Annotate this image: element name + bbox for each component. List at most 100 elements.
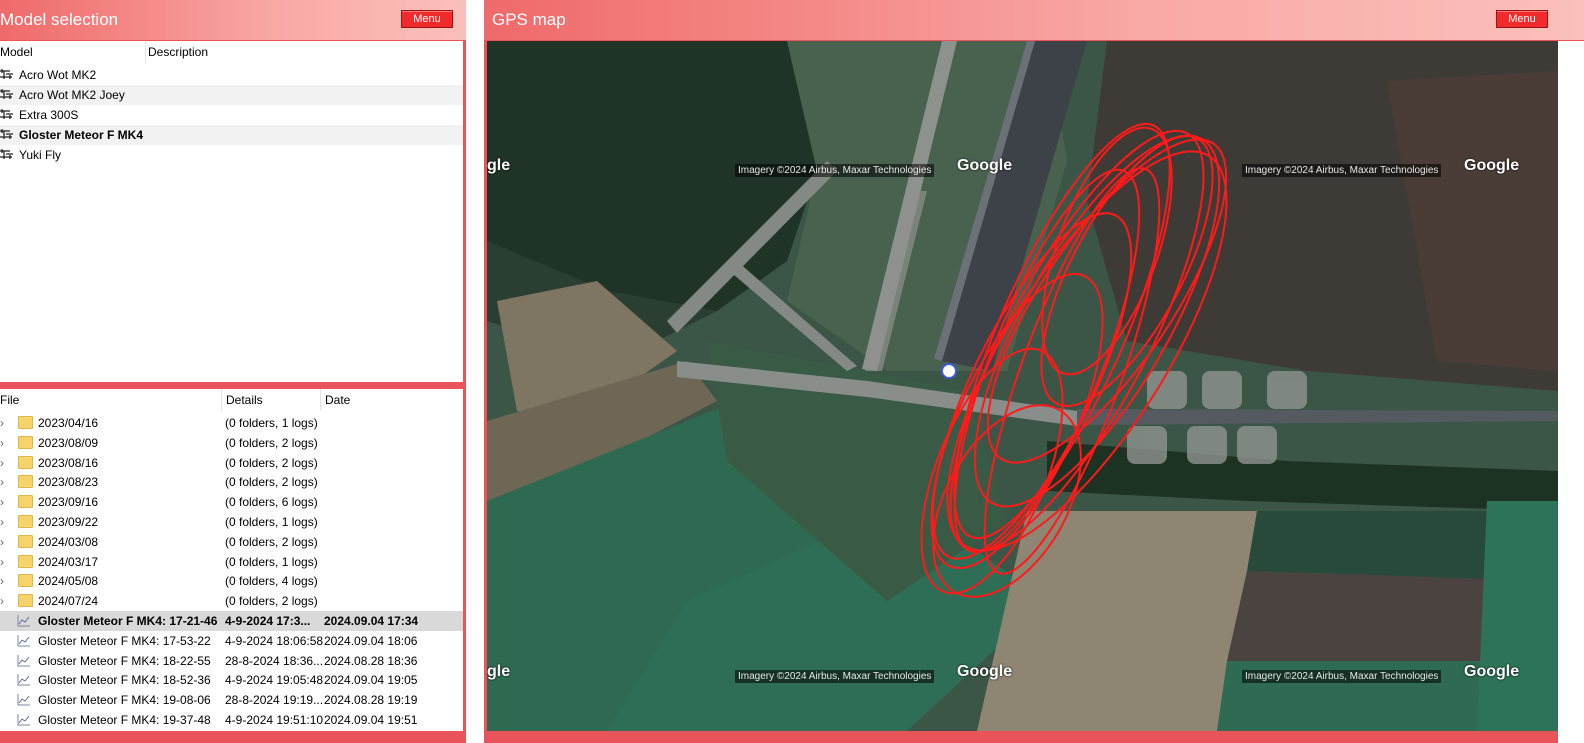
folder-name: 2024/03/08: [38, 534, 99, 549]
folder-row[interactable]: › 2023/08/16 (0 folders, 2 logs): [0, 453, 463, 473]
folder-row[interactable]: › 2024/05/08 (0 folders, 4 logs): [0, 571, 463, 591]
log-row[interactable]: Gloster Meteor F MK4: 17-53-22 4-9-2024 1…: [0, 631, 463, 651]
airplane-icon: [0, 69, 13, 79]
folder-row[interactable]: › 2023/04/16 (0 folders, 1 logs): [0, 413, 463, 433]
expand-chevron-icon[interactable]: ›: [0, 594, 10, 608]
column-separator[interactable]: [145, 41, 146, 63]
log-graph-icon: [17, 634, 30, 647]
folder-icon: [18, 495, 33, 509]
log-date: 2024.09.04 19:51: [324, 713, 418, 727]
map-attribution: Imagery ©2024 Airbus, Maxar Technologies: [1242, 670, 1442, 683]
expand-chevron-icon[interactable]: ›: [0, 475, 10, 489]
model-name: Acro Wot MK2: [19, 68, 97, 82]
log-details: 28-8-2024 19:19...: [225, 693, 324, 708]
column-separator[interactable]: [320, 389, 321, 411]
log-details: 4-9-2024 19:05:48: [225, 673, 324, 688]
log-date: 2024.09.04 19:05: [324, 673, 418, 688]
log-name: Gloster Meteor F MK4: 17-53-22: [38, 633, 211, 648]
folder-icon: [18, 455, 33, 469]
log-name: Gloster Meteor F MK4: 18-22-55: [38, 653, 211, 668]
airplane-icon: [0, 149, 13, 159]
folder-icon: [18, 435, 33, 449]
folder-row[interactable]: › 2023/08/23 (0 folders, 2 logs): [0, 472, 463, 492]
folder-details: (0 folders, 2 logs): [225, 475, 318, 490]
file-list: ^ File Details Date › 2023/04/16 (0 folder…: [0, 389, 463, 731]
log-date: 2024.09.04 18:06: [324, 633, 418, 648]
folder-details: (0 folders, 6 logs): [225, 495, 318, 510]
folder-row[interactable]: › 2024/03/08 (0 folders, 2 logs): [0, 532, 463, 552]
model-row[interactable]: Gloster Meteor F MK4: [0, 125, 463, 145]
model-row[interactable]: Acro Wot MK2: [0, 65, 463, 85]
folder-icon: [18, 416, 33, 429]
folder-row[interactable]: › 2024/03/17 (0 folders, 1 logs): [0, 552, 463, 572]
column-header-date[interactable]: Date: [325, 389, 350, 411]
folder-icon: [18, 574, 33, 588]
model-name: Yuki Fly: [19, 148, 62, 162]
airplane-icon: [0, 129, 13, 139]
menu-button[interactable]: Menu: [401, 10, 453, 28]
folder-icon: [18, 475, 33, 489]
expand-chevron-icon[interactable]: ›: [0, 555, 10, 569]
satellite-map[interactable]: gle Imagery ©2024 Airbus, Maxar Technolo…: [487, 41, 1558, 731]
home-marker[interactable]: [941, 363, 957, 379]
folder-name: 2023/08/09: [38, 435, 99, 450]
model-selection-header: Model selection Menu: [0, 0, 466, 40]
menu-button[interactable]: Menu: [1496, 10, 1548, 28]
expand-chevron-icon[interactable]: ›: [0, 574, 10, 588]
folder-icon: [18, 554, 33, 568]
model-row[interactable]: Extra 300S: [0, 105, 463, 125]
log-graph-icon: [17, 714, 30, 726]
panel-title: GPS map: [492, 10, 566, 29]
map-attribution: Imagery ©2024 Airbus, Maxar Technologies: [735, 670, 935, 683]
log-details: 28-8-2024 18:36...: [225, 653, 324, 668]
column-header-description[interactable]: Description: [148, 41, 208, 63]
gps-map-panel: GPS map Menu gle Imagery ©2024 Airbus, M…: [484, 0, 1584, 743]
google-logo: gle: [487, 157, 511, 174]
folder-name: 2023/09/22: [38, 515, 99, 529]
airplane-icon: [0, 89, 13, 99]
folder-row[interactable]: › 2023/09/16 (0 folders, 6 logs): [0, 492, 463, 512]
expand-chevron-icon[interactable]: ›: [0, 515, 10, 529]
folder-row[interactable]: › 2024/07/24 (0 folders, 2 logs): [0, 591, 463, 611]
google-logo: Google: [1464, 663, 1520, 680]
log-row[interactable]: Gloster Meteor F MK4: 17-21-46 4-9-2024 1…: [0, 611, 463, 631]
folder-row[interactable]: › 2023/08/09 (0 folders, 2 logs): [0, 433, 463, 453]
log-row[interactable]: Gloster Meteor F MK4: 18-22-55 28-8-2024 …: [0, 651, 463, 671]
model-row[interactable]: Acro Wot MK2 Joey: [0, 85, 463, 105]
expand-chevron-icon[interactable]: ›: [0, 436, 10, 450]
google-logo: Google: [957, 663, 1013, 680]
column-header-model[interactable]: Model: [0, 41, 33, 63]
folder-icon: [18, 594, 33, 608]
folder-details: (0 folders, 1 logs): [225, 515, 318, 529]
column-separator[interactable]: [221, 389, 222, 411]
log-row[interactable]: Gloster Meteor F MK4: 19-08-06 28-8-2024 …: [0, 690, 463, 710]
model-selection-panel: Model selection Menu Model Description A…: [0, 0, 466, 743]
folder-details: (0 folders, 2 logs): [225, 594, 318, 609]
log-graph-icon: [17, 694, 30, 706]
google-logo: Google: [1464, 157, 1520, 174]
folder-details: (0 folders, 2 logs): [225, 534, 318, 549]
log-name: Gloster Meteor F MK4: 19-37-48: [38, 713, 211, 727]
column-header-details[interactable]: Details: [226, 389, 263, 411]
panel-edge: [1558, 41, 1584, 743]
panel-title: Model selection: [0, 10, 119, 29]
map-imagery: [487, 41, 1558, 731]
folder-icon: [18, 515, 33, 528]
gps-map-header: GPS map Menu: [484, 0, 1584, 40]
column-header-file[interactable]: File: [0, 389, 19, 411]
folder-name: 2024/07/24: [38, 594, 99, 609]
log-date: 2024.08.28 19:19: [324, 693, 418, 708]
log-graph-icon: [17, 674, 30, 686]
expand-chevron-icon[interactable]: ›: [0, 495, 10, 509]
model-row[interactable]: Yuki Fly: [0, 145, 463, 165]
log-name: Gloster Meteor F MK4: 19-08-06: [38, 693, 211, 708]
expand-chevron-icon[interactable]: ›: [0, 535, 10, 549]
folder-name: 2023/04/16: [38, 416, 99, 430]
log-row[interactable]: Gloster Meteor F MK4: 18-52-36 4-9-2024 1…: [0, 670, 463, 690]
expand-chevron-icon[interactable]: ›: [0, 416, 10, 430]
model-name: Gloster Meteor F MK4: [19, 128, 144, 142]
log-graph-icon: [17, 654, 30, 667]
folder-row[interactable]: › 2023/09/22 (0 folders, 1 logs): [0, 512, 463, 532]
expand-chevron-icon[interactable]: ›: [0, 456, 10, 470]
log-row[interactable]: Gloster Meteor F MK4: 19-37-48 4-9-2024 1…: [0, 710, 463, 730]
